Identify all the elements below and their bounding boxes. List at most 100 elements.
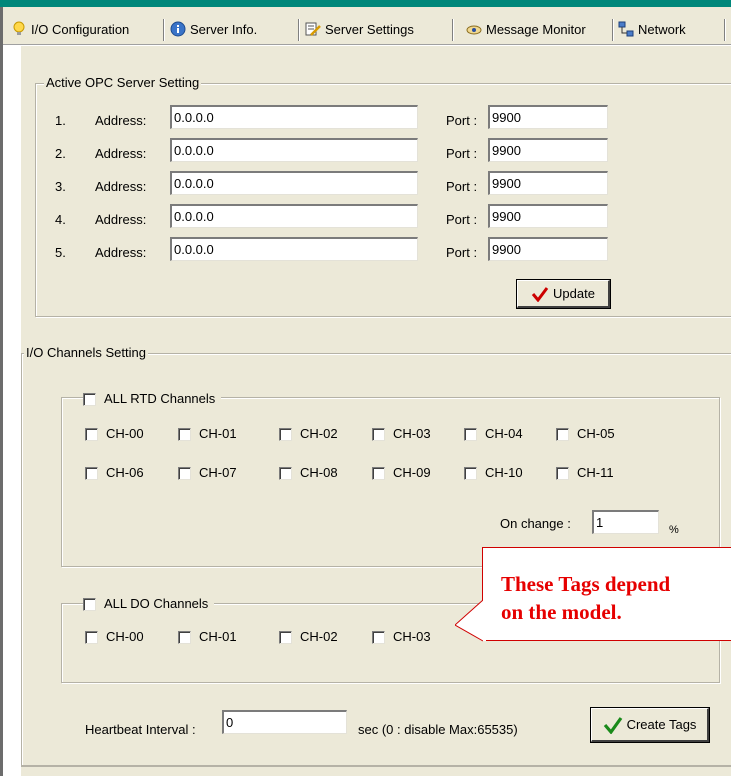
create-tags-button[interactable]: Create Tags xyxy=(590,707,710,743)
rtd-ch-05-checkbox[interactable]: CH-05 xyxy=(556,426,615,442)
callout-box: These Tags depend on the model. xyxy=(482,547,731,641)
all-rtd-channels-checkbox[interactable]: ALL RTD Channels xyxy=(83,391,222,407)
tab-server-info[interactable]: Server Info. xyxy=(166,16,300,42)
group-title: Active OPC Server Setting xyxy=(44,75,202,91)
address-label: Address: xyxy=(95,146,147,161)
checkbox-label: CH-04 xyxy=(485,426,523,441)
percent-unit: % xyxy=(669,524,679,536)
address-input-2[interactable] xyxy=(170,138,418,162)
checkbox-label: CH-02 xyxy=(300,426,338,441)
callout-text: These Tags depend on the model. xyxy=(501,570,670,626)
rtd-ch-09-checkbox[interactable]: CH-09 xyxy=(372,465,431,481)
rtd-ch-07-checkbox[interactable]: CH-07 xyxy=(178,465,237,481)
row-number: 1. xyxy=(55,113,66,128)
checkbox-label: CH-00 xyxy=(106,629,144,644)
checkbox-box xyxy=(83,597,96,611)
tab-label: Server Info. xyxy=(190,21,258,37)
port-label: Port : xyxy=(446,245,478,260)
port-label: Port : xyxy=(446,113,478,128)
row-number: 3. xyxy=(55,179,66,194)
address-input-3[interactable] xyxy=(170,171,418,195)
checkbox-label: CH-03 xyxy=(393,426,431,441)
checkbox-label: CH-09 xyxy=(393,465,431,480)
do-ch-00-checkbox[interactable]: CH-00 xyxy=(85,629,144,645)
tab-io-configuration[interactable]: I/O Configuration xyxy=(7,16,165,42)
row-number: 2. xyxy=(55,146,66,161)
io-configuration-panel: Active OPC Server Setting 1. Address: Po… xyxy=(20,45,731,776)
update-button-label: Update xyxy=(553,286,595,301)
port-label: Port : xyxy=(446,146,478,161)
checkbox-label: CH-06 xyxy=(106,465,144,480)
checkbox-label: ALL RTD Channels xyxy=(104,391,216,406)
checkbox-box xyxy=(83,392,96,406)
rtd-ch-08-checkbox[interactable]: CH-08 xyxy=(279,465,338,481)
rtd-ch-01-checkbox[interactable]: CH-01 xyxy=(178,426,237,442)
do-ch-02-checkbox[interactable]: CH-02 xyxy=(279,629,338,645)
port-input-2[interactable] xyxy=(488,138,608,162)
checkbox-label: CH-01 xyxy=(199,629,237,644)
checkbox-label: CH-02 xyxy=(300,629,338,644)
port-input-3[interactable] xyxy=(488,171,608,195)
callout-line-1: These Tags depend xyxy=(501,572,671,596)
checkbox-label: CH-01 xyxy=(199,426,237,441)
tab-server-settings[interactable]: Server Settings xyxy=(301,16,454,42)
row-number: 4. xyxy=(55,212,66,227)
address-label: Address: xyxy=(95,113,147,128)
port-input-5[interactable] xyxy=(488,237,608,261)
rtd-ch-10-checkbox[interactable]: CH-10 xyxy=(464,465,523,481)
checkbox-label: CH-00 xyxy=(106,426,144,441)
rtd-ch-11-checkbox[interactable]: CH-11 xyxy=(556,465,614,481)
tab-message-monitor[interactable]: Message Monitor xyxy=(462,16,614,42)
checkbox-label: CH-03 xyxy=(393,629,431,644)
callout-pointer xyxy=(455,600,486,642)
rtd-ch-00-checkbox[interactable]: CH-00 xyxy=(85,426,144,442)
tab-label: Network xyxy=(638,21,686,37)
address-input-4[interactable] xyxy=(170,204,418,228)
address-input-5[interactable] xyxy=(170,237,418,261)
tab-strip: I/O Configuration Server Info. Server Se… xyxy=(3,7,731,45)
check-mark-icon xyxy=(531,286,549,302)
port-label: Port : xyxy=(446,179,478,194)
port-input-4[interactable] xyxy=(488,204,608,228)
port-label: Port : xyxy=(446,212,478,227)
all-do-channels-checkbox[interactable]: ALL DO Channels xyxy=(83,596,215,612)
do-ch-03-checkbox[interactable]: CH-03 xyxy=(372,629,431,645)
rtd-ch-04-checkbox[interactable]: CH-04 xyxy=(464,426,523,442)
heartbeat-input[interactable] xyxy=(222,710,347,734)
info-icon xyxy=(170,21,186,37)
rtd-channels-group xyxy=(61,397,720,567)
checkbox-label: CH-08 xyxy=(300,465,338,480)
tab-label: Message Monitor xyxy=(486,21,586,37)
address-input-1[interactable] xyxy=(170,105,418,129)
address-label: Address: xyxy=(95,245,147,260)
checkbox-label: CH-05 xyxy=(577,426,615,441)
do-ch-01-checkbox[interactable]: CH-01 xyxy=(178,629,237,645)
tab-network[interactable]: Network xyxy=(614,16,726,42)
address-label: Address: xyxy=(95,212,147,227)
check-mark-icon xyxy=(603,716,622,734)
lightbulb-icon xyxy=(11,21,27,37)
checkbox-label: CH-11 xyxy=(577,465,614,480)
heartbeat-label: Heartbeat Interval : xyxy=(85,722,196,737)
update-button[interactable]: Update xyxy=(516,279,611,309)
on-change-input[interactable] xyxy=(592,510,659,534)
port-input-1[interactable] xyxy=(488,105,608,129)
checkbox-label: CH-10 xyxy=(485,465,523,480)
checkbox-label: CH-07 xyxy=(199,465,237,480)
rtd-ch-02-checkbox[interactable]: CH-02 xyxy=(279,426,338,442)
address-label: Address: xyxy=(95,179,147,194)
rtd-ch-03-checkbox[interactable]: CH-03 xyxy=(372,426,431,442)
tab-label: I/O Configuration xyxy=(31,21,130,37)
tab-label: Server Settings xyxy=(325,21,414,37)
on-change-label: On change : xyxy=(500,516,571,531)
settings-pencil-icon xyxy=(305,21,321,37)
checkbox-label: ALL DO Channels xyxy=(104,596,209,611)
create-tags-button-label: Create Tags xyxy=(626,717,697,732)
panel-divider xyxy=(21,766,731,767)
callout-line-2: on the model. xyxy=(501,600,622,624)
monitor-eye-icon xyxy=(466,21,482,37)
group-title: I/O Channels Setting xyxy=(24,345,148,361)
rtd-ch-06-checkbox[interactable]: CH-06 xyxy=(85,465,144,481)
window-left-edge xyxy=(0,7,3,776)
network-icon xyxy=(618,21,634,37)
